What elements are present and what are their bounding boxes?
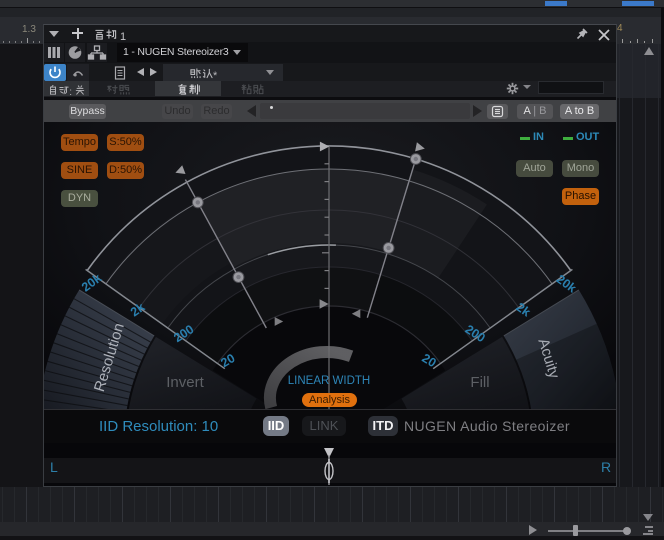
svg-text:Fill: Fill	[470, 374, 489, 391]
svg-text:Invert: Invert	[166, 374, 204, 391]
